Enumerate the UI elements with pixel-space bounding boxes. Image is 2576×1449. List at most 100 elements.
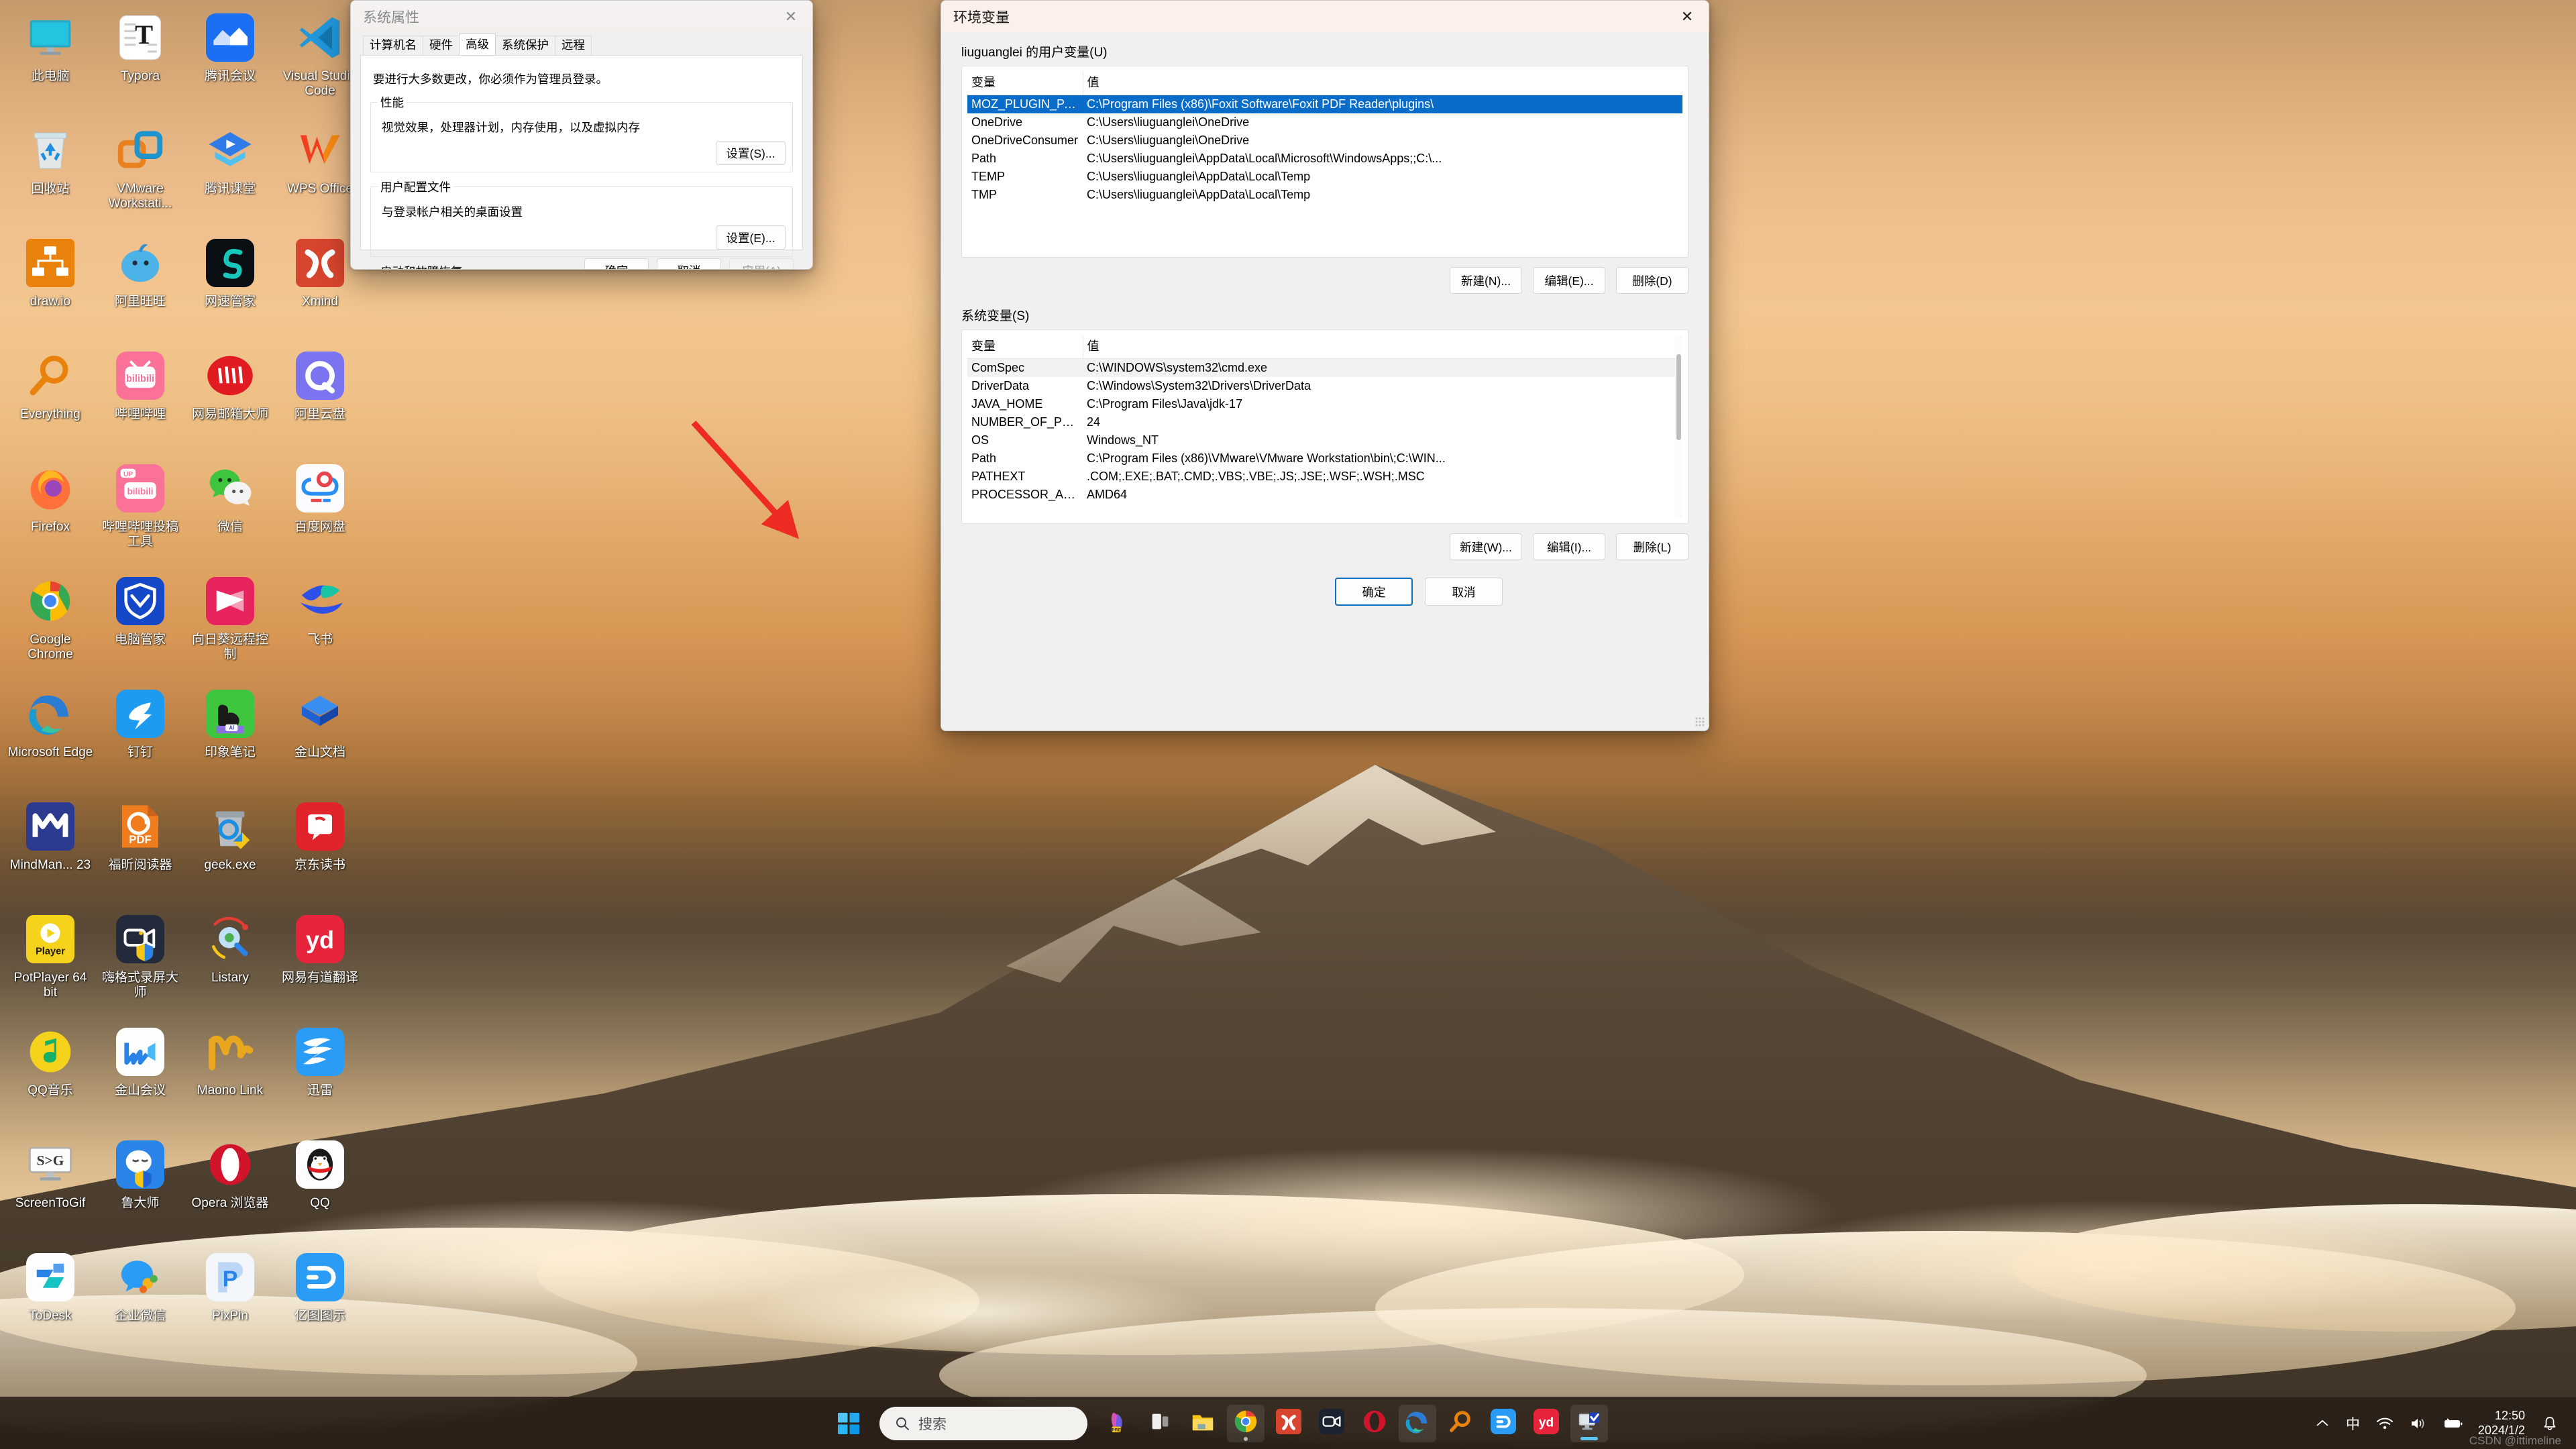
- taskbar-xmind-button[interactable]: [1270, 1405, 1307, 1442]
- chevron-up-icon[interactable]: [2307, 1407, 2338, 1440]
- bell-icon[interactable]: [2534, 1407, 2565, 1440]
- system-new-button[interactable]: 新建(W)...: [1450, 533, 1522, 560]
- close-icon[interactable]: ✕: [1666, 1, 1709, 33]
- desktop-icon-haigeshi-recorder[interactable]: 嗨格式录屏大师: [95, 908, 185, 1021]
- system-variables-listbox[interactable]: 变量 值 ComSpec C:\WINDOWS\system32\cmd.exe D…: [961, 329, 1688, 524]
- desktop-icon-screentogif[interactable]: S>G ScreenToGif: [5, 1134, 95, 1246]
- taskbar-edraw-button[interactable]: [1485, 1405, 1522, 1442]
- desktop-icon-everything[interactable]: Everything: [5, 345, 95, 458]
- desktop-icon-aliwangwang[interactable]: 阿里旺旺: [95, 232, 185, 345]
- desktop[interactable]: 此电脑 T Typora 腾讯会议 Visual Studio Code 回收站 VMwar…: [0, 0, 2576, 1449]
- ime-indicator[interactable]: 中: [2338, 1407, 2368, 1440]
- desktop-icon-kingsoft-docs[interactable]: 金山文档: [275, 683, 365, 796]
- table-row[interactable]: ComSpec C:\WINDOWS\system32\cmd.exe: [967, 358, 1682, 377]
- user-edit-button[interactable]: 编辑(E)...: [1533, 267, 1605, 294]
- taskbar-chrome-button[interactable]: [1227, 1404, 1265, 1442]
- table-row[interactable]: TMP C:\Users\liuguanglei\AppData\Local\Te…: [967, 186, 1682, 204]
- desktop-icon-jd-read[interactable]: 京东读书: [275, 796, 365, 908]
- table-row[interactable]: OS Windows_NT: [967, 431, 1682, 449]
- tab-2[interactable]: 高级: [459, 33, 496, 55]
- desktop-icon-pc-manager[interactable]: 电脑管家: [95, 570, 185, 683]
- tab-1[interactable]: 硬件: [423, 35, 460, 55]
- search-input[interactable]: 搜索: [879, 1406, 1087, 1440]
- desktop-icon-typora[interactable]: T Typora: [95, 7, 185, 119]
- battery-charging-icon[interactable]: [2435, 1407, 2471, 1440]
- taskbar-tencent-meeting-button[interactable]: [1313, 1405, 1350, 1442]
- taskbar[interactable]: 搜索 PRE yd 中 12:50 2024/1/2: [0, 1397, 2576, 1449]
- scrollbar-thumb[interactable]: [1676, 354, 1681, 440]
- column-header-name[interactable]: 变量: [967, 335, 1083, 359]
- desktop-icon-bilibili[interactable]: bilibili 哔哩哔哩: [95, 345, 185, 458]
- env-ok-button[interactable]: 确定: [1335, 578, 1413, 606]
- column-header-value[interactable]: 值: [1083, 335, 1682, 359]
- desktop-icon-qq[interactable]: QQ: [275, 1134, 365, 1246]
- table-row[interactable]: PROCESSOR_ARCHITECTURE AMD64: [967, 486, 1682, 504]
- system-variables-table[interactable]: 变量 值 ComSpec C:\WINDOWS\system32\cmd.exe D…: [967, 335, 1682, 504]
- table-row[interactable]: OneDriveConsumer C:\Users\liuguanglei\One…: [967, 131, 1682, 150]
- wifi-icon[interactable]: [2368, 1407, 2402, 1440]
- volume-icon[interactable]: [2402, 1407, 2435, 1440]
- close-icon[interactable]: ✕: [769, 1, 812, 33]
- user-new-button[interactable]: 新建(N)...: [1450, 267, 1522, 294]
- desktop-icon-edraw[interactable]: 亿图图示: [275, 1246, 365, 1359]
- desktop-icon-aliyundrive[interactable]: 阿里云盘: [275, 345, 365, 458]
- desktop-icon-recycle-bin[interactable]: 回收站: [5, 119, 95, 232]
- table-row[interactable]: JAVA_HOME C:\Program Files\Java\jdk-17: [967, 395, 1682, 413]
- desktop-icon-tencent-ketang[interactable]: 腾讯课堂: [185, 119, 275, 232]
- table-row[interactable]: TEMP C:\Users\liuguanglei\AppData\Local\T…: [967, 168, 1682, 186]
- desktop-icon-foxit-reader[interactable]: PDF 福昕阅读器: [95, 796, 185, 908]
- tab-3[interactable]: 系统保护: [495, 35, 555, 55]
- desktop-icon-maono-link[interactable]: Maono Link: [185, 1021, 275, 1134]
- desktop-icon-dingtalk[interactable]: 钉钉: [95, 683, 185, 796]
- table-row[interactable]: DriverData C:\Windows\System32\Drivers\Dr…: [967, 377, 1682, 395]
- system-edit-button[interactable]: 编辑(I)...: [1533, 533, 1605, 560]
- desktop-icon-pixpin[interactable]: P PixPin: [185, 1246, 275, 1359]
- desktop-icon-xunlei[interactable]: 迅雷: [275, 1021, 365, 1134]
- desktop-icon-tencent-meeting[interactable]: 腾讯会议: [185, 7, 275, 119]
- desktop-icon-listary[interactable]: Listary: [185, 908, 275, 1021]
- system-properties-dialog[interactable]: 系统属性 ✕ 计算机名 硬件 高级 系统保护 远程 要进行大多数更改，你必须作为管理员登…: [350, 0, 813, 270]
- user-variables-listbox[interactable]: 变量 值 MOZ_PLUGIN_PATH C:\Program Files (x8…: [961, 66, 1688, 258]
- desktop-icon-youdao-translate[interactable]: yd 网易有道翻译: [275, 908, 365, 1021]
- user-profiles-settings-button[interactable]: 设置(E)...: [716, 225, 786, 250]
- table-row[interactable]: NUMBER_OF_PROCESSORS 24: [967, 413, 1682, 431]
- resize-grip[interactable]: [1695, 717, 1705, 727]
- desktop-icon-wangsuguanjia[interactable]: 网速管家: [185, 232, 275, 345]
- tab-0[interactable]: 计算机名: [363, 35, 423, 55]
- desktop-icon-feishu[interactable]: 飞书: [275, 570, 365, 683]
- taskbar-opera-button[interactable]: [1356, 1405, 1393, 1442]
- desktop-icon-opera[interactable]: Opera 浏览器: [185, 1134, 275, 1246]
- desktop-icon-wechat[interactable]: 微信: [185, 458, 275, 570]
- taskbar-system-properties-button[interactable]: [1570, 1404, 1608, 1442]
- windows-start-icon[interactable]: [830, 1405, 867, 1442]
- table-row[interactable]: MOZ_PLUGIN_PATH C:\Program Files (x86)\Fo…: [967, 95, 1682, 113]
- desktop-icon-evernote[interactable]: AI 印象笔记: [185, 683, 275, 796]
- desktop-icon-bilibili-upload[interactable]: UP bilibili 哔哩哔哩投稿工具: [95, 458, 185, 570]
- desktop-icon-qq-music[interactable]: QQ音乐: [5, 1021, 95, 1134]
- taskbar-task-view-button[interactable]: [1141, 1405, 1179, 1442]
- desktop-icon-netease-mail[interactable]: 网易邮箱大师: [185, 345, 275, 458]
- user-variables-table[interactable]: 变量 值 MOZ_PLUGIN_PATH C:\Program Files (x8…: [967, 72, 1682, 204]
- desktop-icon-edge[interactable]: Microsoft Edge: [5, 683, 95, 796]
- desktop-icon-baidu-netdisk[interactable]: 百度网盘: [275, 458, 365, 570]
- desktop-icon-todesk[interactable]: ToDesk: [5, 1246, 95, 1359]
- table-row[interactable]: OneDrive C:\Users\liuguanglei\OneDrive: [967, 113, 1682, 131]
- desktop-icon-chrome[interactable]: Google Chrome: [5, 570, 95, 683]
- system-properties-titlebar[interactable]: 系统属性 ✕: [351, 1, 812, 33]
- user-delete-button[interactable]: 删除(D): [1616, 267, 1688, 294]
- environment-variables-dialog[interactable]: 环境变量 ✕ liuguanglei 的用户变量(U) 变量 值 MOZ_PLU…: [941, 0, 1709, 731]
- taskbar-clock[interactable]: 12:50 2024/1/2: [2471, 1409, 2534, 1438]
- taskbar-everything-button[interactable]: [1442, 1405, 1479, 1442]
- system-variables-scrollbar[interactable]: [1675, 335, 1682, 518]
- table-row[interactable]: PATHEXT .COM;.EXE;.BAT;.CMD;.VBS;.VBE;.JS…: [967, 468, 1682, 486]
- taskbar-file-explorer-button[interactable]: [1184, 1405, 1222, 1442]
- taskbar-edge-button[interactable]: [1399, 1404, 1436, 1442]
- desktop-icon-drawio[interactable]: draw.io: [5, 232, 95, 345]
- desktop-icon-firefox[interactable]: Firefox: [5, 458, 95, 570]
- desktop-icon-geek-uninstaller[interactable]: geek.exe: [185, 796, 275, 908]
- desktop-icon-ludashi[interactable]: 鲁大师: [95, 1134, 185, 1246]
- system-delete-button[interactable]: 删除(L): [1616, 533, 1688, 560]
- performance-settings-button[interactable]: 设置(S)...: [716, 141, 786, 165]
- column-header-name[interactable]: 变量: [967, 72, 1083, 95]
- taskbar-youdao-translate-button[interactable]: yd: [1527, 1405, 1565, 1442]
